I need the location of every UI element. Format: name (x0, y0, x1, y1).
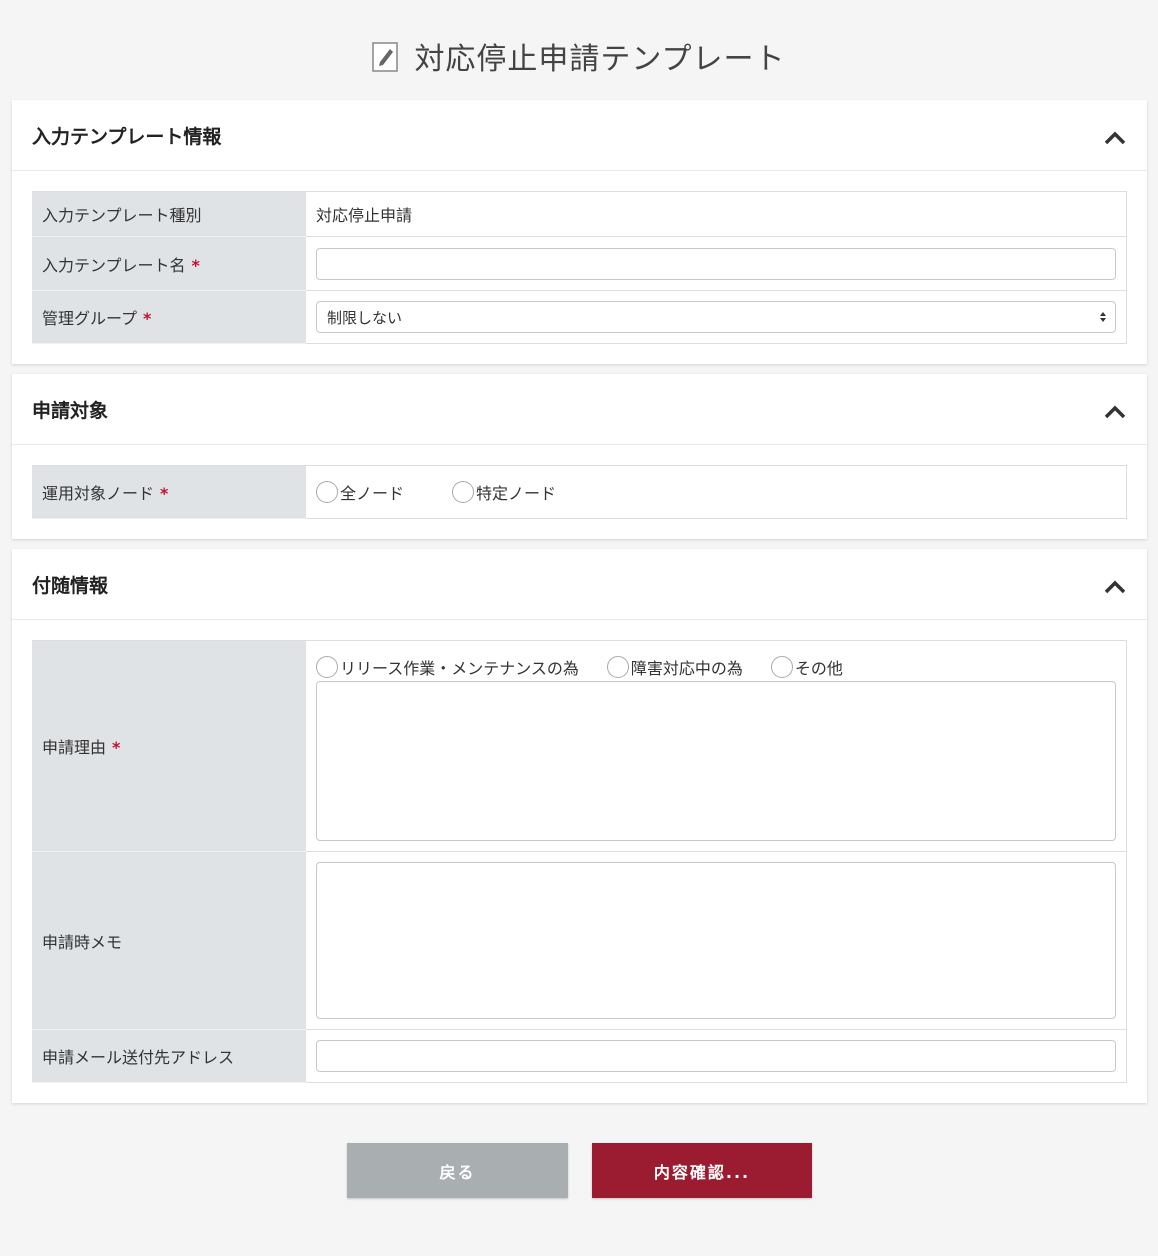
extra-info-title: 付随情報 (32, 574, 109, 597)
template-info-panel: 入力テンプレート情報 入力テンプレート種別 対応停止申請 入力テンプレート名 * … (12, 100, 1147, 364)
radio-specific-node[interactable]: 特定ノード (452, 480, 556, 504)
required-mark: * (112, 738, 121, 757)
group-row: 管理グループ * 制限しない (32, 290, 1127, 344)
template-name-label: 入力テンプレート名 * (32, 236, 306, 291)
reason-row: 申請理由 * リリース作業・メンテナンスの為 障害対応中の為 その他 (32, 640, 1127, 852)
template-type-row: 入力テンプレート種別 対応停止申請 (32, 191, 1127, 237)
confirm-button[interactable]: 内容確認... (592, 1143, 812, 1198)
template-type-label: 入力テンプレート種別 (32, 191, 306, 237)
node-row: 運用対象ノード * 全ノード 特定ノード (32, 465, 1127, 519)
radio-circle[interactable] (316, 481, 338, 503)
required-mark: * (160, 484, 169, 503)
template-name-input[interactable] (316, 247, 1116, 280)
radio-circle[interactable] (606, 656, 629, 678)
target-header[interactable]: 申請対象 (12, 374, 1147, 445)
page-title-bar: 対応停止申請テンプレート (0, 30, 1158, 82)
radio-all-nodes[interactable]: 全ノード (316, 480, 404, 504)
radio-reason-release[interactable]: リリース作業・メンテナンスの為 (316, 655, 579, 679)
template-info-title: 入力テンプレート情報 (32, 125, 222, 148)
chevron-up-icon[interactable] (1103, 575, 1127, 599)
template-info-table: 入力テンプレート種別 対応停止申請 入力テンプレート名 * 管理グループ * 制限し… (32, 191, 1127, 344)
required-mark: * (143, 309, 152, 328)
reason-radio-group: リリース作業・メンテナンスの為 障害対応中の為 その他 (316, 653, 1116, 681)
template-name-row: 入力テンプレート名 * (32, 236, 1127, 291)
chevron-up-icon[interactable] (1103, 400, 1127, 424)
mail-label: 申請メール送付先アドレス (32, 1029, 306, 1083)
select-arrows-icon (1099, 311, 1107, 323)
reason-label: 申請理由 * (32, 640, 306, 852)
chevron-up-icon[interactable] (1103, 126, 1127, 150)
target-table: 運用対象ノード * 全ノード 特定ノード (32, 465, 1127, 519)
page-title: 対応停止申請テンプレート (414, 42, 786, 77)
page: 対応停止申請テンプレート 入力テンプレート情報 入力テンプレート種別 対応停止申… (0, 0, 1158, 1256)
reason-textarea[interactable] (316, 681, 1116, 841)
node-label: 運用対象ノード * (32, 465, 306, 519)
group-select-value: 制限しない (327, 308, 403, 327)
back-button[interactable]: 戻る (347, 1143, 568, 1198)
required-mark: * (191, 255, 200, 275)
target-title: 申請対象 (32, 399, 109, 422)
template-type-value: 対応停止申請 (306, 191, 1127, 237)
pencil-icon (372, 40, 399, 72)
mail-row: 申請メール送付先アドレス (32, 1029, 1127, 1083)
radio-circle[interactable] (316, 656, 338, 678)
extra-info-table: 申請理由 * リリース作業・メンテナンスの為 障害対応中の為 その他 申請時メモ… (32, 640, 1127, 1083)
extra-info-header[interactable]: 付随情報 (12, 549, 1147, 620)
memo-label: 申請時メモ (32, 851, 306, 1030)
radio-circle[interactable] (770, 656, 793, 678)
node-radio-group: 全ノード 特定ノード (316, 480, 1116, 504)
radio-reason-incident[interactable]: 障害対応中の為 (606, 655, 743, 679)
radio-circle[interactable] (452, 481, 475, 503)
target-panel: 申請対象 運用対象ノード * 全ノード 特定ノード (12, 374, 1147, 539)
group-select[interactable]: 制限しない (316, 301, 1116, 333)
radio-reason-other[interactable]: その他 (770, 655, 843, 679)
extra-info-panel: 付随情報 申請理由 * リリース作業・メンテナンスの為 障害対応中の為 その他 … (12, 549, 1147, 1103)
mail-input[interactable] (316, 1040, 1116, 1072)
memo-row: 申請時メモ (32, 851, 1127, 1030)
memo-textarea[interactable] (316, 862, 1116, 1019)
group-label: 管理グループ * (32, 290, 306, 344)
template-info-header[interactable]: 入力テンプレート情報 (12, 100, 1147, 171)
